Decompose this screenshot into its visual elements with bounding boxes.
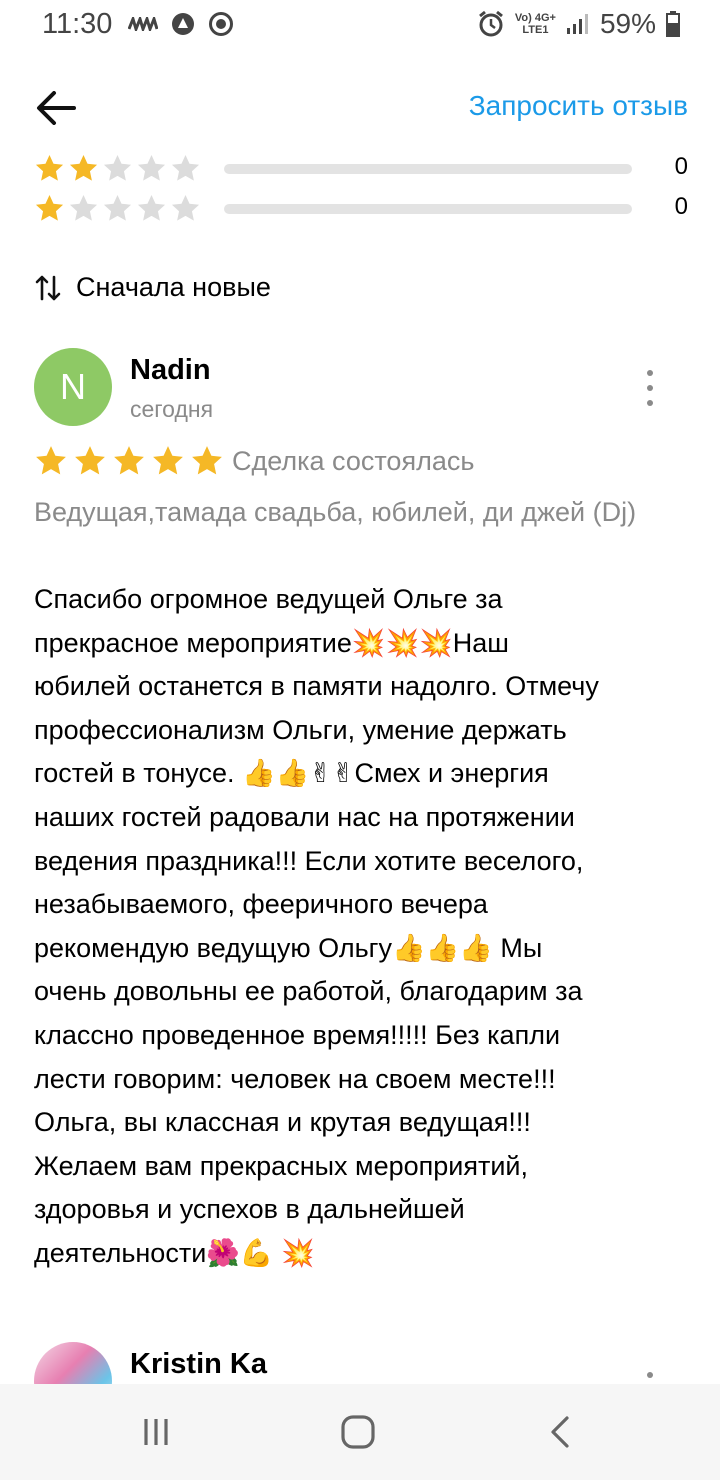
- review-author[interactable]: Nadin: [130, 354, 211, 387]
- rating-count: 0: [674, 193, 688, 220]
- review-menu-button[interactable]: [640, 1372, 660, 1384]
- status-bar: 11:30 Vo) 4G+ LTE1 59%: [0, 0, 720, 50]
- star-rating-1: [34, 193, 201, 224]
- star-empty-icon: [103, 154, 132, 181]
- home-button[interactable]: [336, 1410, 380, 1454]
- star-filled-icon: [75, 446, 105, 475]
- battery-icon: [666, 11, 680, 37]
- rating-count: 0: [674, 153, 688, 180]
- review-author[interactable]: Kristin Ka: [130, 1348, 267, 1381]
- rating-row-1-star: 0: [34, 193, 690, 227]
- rating-row-2-stars: 0: [34, 153, 690, 187]
- star-filled-icon: [69, 154, 98, 181]
- back-nav-icon: [551, 1416, 569, 1448]
- status-time: 11:30: [42, 8, 113, 40]
- star-empty-icon: [171, 194, 200, 221]
- star-filled-icon: [35, 194, 64, 221]
- sort-label: Сначала новые: [76, 272, 271, 302]
- rating-progress-bar: [224, 204, 632, 214]
- review-text: Спасибо огромное ведущей Ольге за прекра…: [34, 584, 599, 1268]
- top-app-bar: Запросить отзыв: [0, 60, 720, 150]
- sync-icon: [172, 13, 194, 35]
- recent-apps-button[interactable]: [134, 1410, 178, 1454]
- star-filled-icon: [35, 154, 64, 181]
- star-empty-icon: [137, 194, 166, 221]
- sort-arrows-icon: [35, 275, 61, 300]
- home-icon: [341, 1415, 375, 1449]
- avatar[interactable]: N: [34, 348, 112, 426]
- review-date: сегодня: [130, 396, 214, 422]
- star-filled-icon: [153, 446, 183, 475]
- arrow-left-icon: [37, 91, 76, 125]
- star-rating-2: [34, 153, 201, 184]
- system-nav-bar: [0, 1384, 720, 1480]
- more-vert-icon: [647, 370, 653, 376]
- star-empty-icon: [103, 194, 132, 221]
- review-service: Ведущая,тамада свадьба, юбилей, ди джей …: [34, 497, 637, 527]
- network-indicator: Vo) 4G+ LTE1: [514, 12, 556, 36]
- deal-status: Сделка состоялась: [232, 446, 475, 476]
- star-filled-icon: [192, 446, 222, 475]
- carrier-icon: [128, 17, 158, 31]
- more-vert-icon: [647, 1372, 653, 1378]
- request-review-button[interactable]: Запросить отзыв: [469, 90, 688, 122]
- review-menu-button[interactable]: [640, 370, 660, 406]
- record-icon: [209, 12, 233, 36]
- back-nav-button[interactable]: [538, 1410, 582, 1454]
- signal-icon: [566, 14, 588, 34]
- star-empty-icon: [69, 194, 98, 221]
- review-rating: [34, 444, 224, 478]
- avatar[interactable]: [34, 1342, 112, 1384]
- alarm-icon: [478, 10, 503, 37]
- star-filled-icon: [36, 446, 66, 475]
- back-button[interactable]: [30, 82, 82, 134]
- recent-apps-icon: [144, 1419, 168, 1445]
- star-filled-icon: [114, 446, 144, 475]
- rating-progress-bar: [224, 164, 632, 174]
- star-empty-icon: [171, 154, 200, 181]
- battery-percent: 59%: [599, 8, 656, 39]
- review-card: Kristin Ka: [34, 1338, 690, 1384]
- star-empty-icon: [137, 154, 166, 181]
- sort-selector[interactable]: Сначала новые: [34, 272, 271, 303]
